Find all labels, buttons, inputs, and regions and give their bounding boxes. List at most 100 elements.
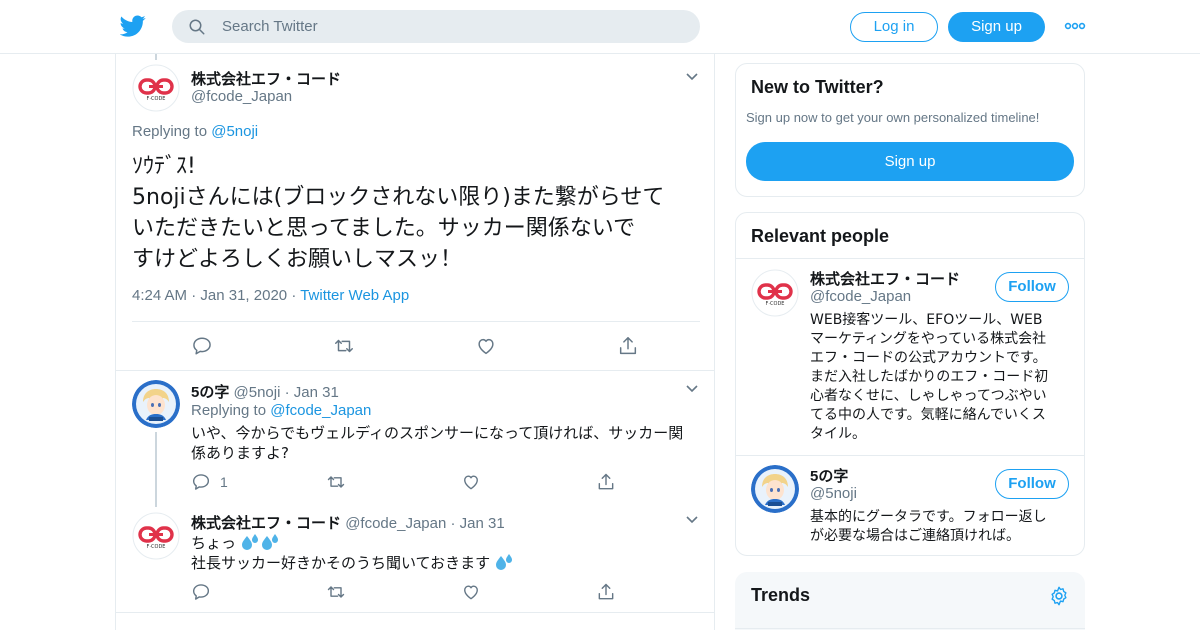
tweet-text-line: 社長サッカー好きかそのうち聞いておきます: [191, 553, 515, 573]
divider: [116, 370, 714, 371]
search-icon: [189, 19, 205, 35]
relevant-people-title: Relevant people: [751, 226, 890, 246]
tweet-text-segment: ちょっ: [191, 534, 237, 552]
author-handle[interactable]: @fcode_Japan: [191, 88, 292, 105]
anime-avatar-icon: [132, 380, 180, 428]
fcode-logo-icon: F·CODE: [132, 512, 180, 560]
tweet-text: いや、今からでもヴェルディのスポンサーになって頂ければ、サッカー関 係ありますよ…: [191, 423, 683, 463]
bio-line: WEB接客ツール、EFOツール、WEB: [810, 312, 1043, 328]
retweet-icon[interactable]: [326, 582, 346, 602]
author-name[interactable]: 株式会社エフ・コード: [191, 68, 341, 89]
like-icon[interactable]: [461, 582, 481, 602]
chevron-down-icon[interactable]: [685, 515, 699, 525]
login-button[interactable]: Log in: [850, 12, 938, 42]
avatar[interactable]: [132, 380, 180, 428]
reply-icon[interactable]: [191, 335, 213, 357]
svg-text:F·CODE: F·CODE: [766, 301, 785, 307]
reply-header: 5の字 @5noji · Jan 31: [191, 381, 339, 402]
new-to-twitter-title: New to Twitter?: [751, 77, 884, 97]
divider: [132, 321, 700, 322]
share-icon[interactable]: [617, 335, 639, 357]
tweet-time[interactable]: 4:24 AM: [132, 287, 187, 304]
sweat-droplets-emoji-icon: [241, 534, 278, 550]
divider: [735, 628, 1085, 629]
tweet-text-line: 係ありますよ?: [191, 444, 289, 462]
relevant-people-card: Relevant people F·CODE 株式会社エフ・コード @fcode…: [735, 212, 1085, 556]
retweet-icon[interactable]: [333, 335, 355, 357]
person-bio: 基本的にグータラです。フォロー返し が必要な場合はご連絡頂ければ。: [810, 508, 1047, 546]
svg-text:F·CODE: F·CODE: [147, 96, 166, 102]
twitter-bird-icon[interactable]: [120, 13, 146, 39]
bio-line: タイル。: [810, 426, 866, 442]
avatar[interactable]: [751, 465, 799, 513]
reply-icon[interactable]: [191, 582, 211, 602]
tweet-text-line: ｿｳﾃﾞｽ!: [132, 154, 196, 179]
bio-line: エフ・コードの公式アカウントです。: [810, 350, 1047, 366]
tweet-text-line: いや、今からでもヴェルディのスポンサーになって頂ければ、サッカー関: [191, 424, 684, 442]
anime-avatar-icon: [751, 465, 799, 513]
fcode-logo-icon: F·CODE: [132, 64, 180, 112]
bio-line: マーケティングをやっている株式会社: [810, 331, 1047, 347]
author-handle[interactable]: @5noji: [234, 384, 281, 401]
divider: [736, 258, 1084, 259]
avatar[interactable]: F·CODE: [751, 269, 799, 317]
avatar[interactable]: F·CODE: [132, 512, 180, 560]
replying-handle-link[interactable]: @fcode_Japan: [270, 402, 371, 419]
meta-separator: ·: [450, 515, 456, 532]
svg-text:F·CODE: F·CODE: [147, 544, 166, 550]
tweet-source[interactable]: Twitter Web App: [300, 287, 409, 304]
tweet-date[interactable]: Jan 31: [294, 384, 339, 401]
tweet-date[interactable]: Jan 31, 2020: [200, 287, 287, 304]
share-icon[interactable]: [596, 582, 616, 602]
person-handle[interactable]: @5noji: [810, 485, 857, 502]
like-icon[interactable]: [475, 335, 497, 357]
tweet-date[interactable]: Jan 31: [460, 515, 505, 532]
tweet-text-line: ちょっ: [191, 533, 515, 553]
replying-handle-link[interactable]: @5noji: [211, 123, 258, 140]
divider: [116, 612, 714, 613]
author-name[interactable]: 株式会社エフ・コード: [191, 515, 341, 532]
reply-header: 株式会社エフ・コード @fcode_Japan · Jan 31: [191, 512, 505, 533]
chevron-down-icon[interactable]: [685, 384, 699, 394]
new-to-twitter-subtitle: Sign up now to get your own personalized…: [746, 110, 1040, 125]
timeline: F·CODE 株式会社エフ・コード @fcode_Japan Replying …: [115, 54, 715, 630]
tweet-meta: 4:24 AM · Jan 31, 2020 · Twitter Web App: [132, 287, 409, 304]
replying-prefix: Replying to: [132, 123, 208, 140]
chevron-down-icon[interactable]: [685, 72, 699, 82]
replying-prefix: Replying to: [191, 402, 267, 419]
reply-icon[interactable]: [191, 472, 211, 492]
tweet-text-line: 5nojiさんには(ブロックされない限り)また繋がらせて: [132, 185, 665, 210]
sweat-droplets-emoji-icon: [495, 554, 512, 570]
bio-line: まだ入社したばかりのエフ・コード初: [810, 369, 1049, 385]
bio-line: てる中の人です。気軽に絡んでいくス: [810, 407, 1046, 423]
thread-line: [155, 54, 157, 60]
share-icon[interactable]: [596, 472, 616, 492]
retweet-icon[interactable]: [326, 472, 346, 492]
meta-separator: ·: [191, 287, 201, 304]
sidebar-signup-button[interactable]: Sign up: [746, 142, 1074, 181]
trends-title: Trends: [751, 585, 811, 605]
author-name[interactable]: 5の字: [191, 384, 229, 401]
follow-button[interactable]: Follow: [995, 272, 1069, 302]
tweet-text: ｿｳﾃﾞｽ! 5nojiさんには(ブロックされない限り)また繋がらせて いただき…: [132, 151, 702, 275]
top-bar: Log in Sign up: [0, 0, 1200, 54]
meta-separator: ·: [291, 287, 301, 304]
follow-button[interactable]: Follow: [995, 469, 1069, 499]
signup-button[interactable]: Sign up: [948, 12, 1045, 42]
trends-card: Trends: [735, 572, 1085, 630]
more-icon[interactable]: [1064, 20, 1086, 32]
person-handle[interactable]: @fcode_Japan: [810, 288, 911, 305]
search-input[interactable]: [222, 10, 682, 43]
bio-line: 心者なくせに、しゃしゃってつぶやい: [810, 388, 1047, 404]
search-box: [172, 10, 700, 43]
like-icon[interactable]: [461, 472, 481, 492]
thread-line: [155, 432, 157, 507]
meta-separator: ·: [284, 384, 290, 401]
tweet-text-segment: 社長サッカー好きかそのうち聞いておきます: [191, 554, 491, 572]
person-name[interactable]: 株式会社エフ・コード: [810, 268, 960, 289]
author-handle[interactable]: @fcode_Japan: [345, 515, 446, 532]
bio-line: が必要な場合はご連絡頂ければ。: [810, 528, 1020, 544]
gear-icon[interactable]: [1048, 585, 1070, 607]
avatar[interactable]: F·CODE: [132, 64, 180, 112]
person-name[interactable]: 5の字: [810, 465, 848, 486]
